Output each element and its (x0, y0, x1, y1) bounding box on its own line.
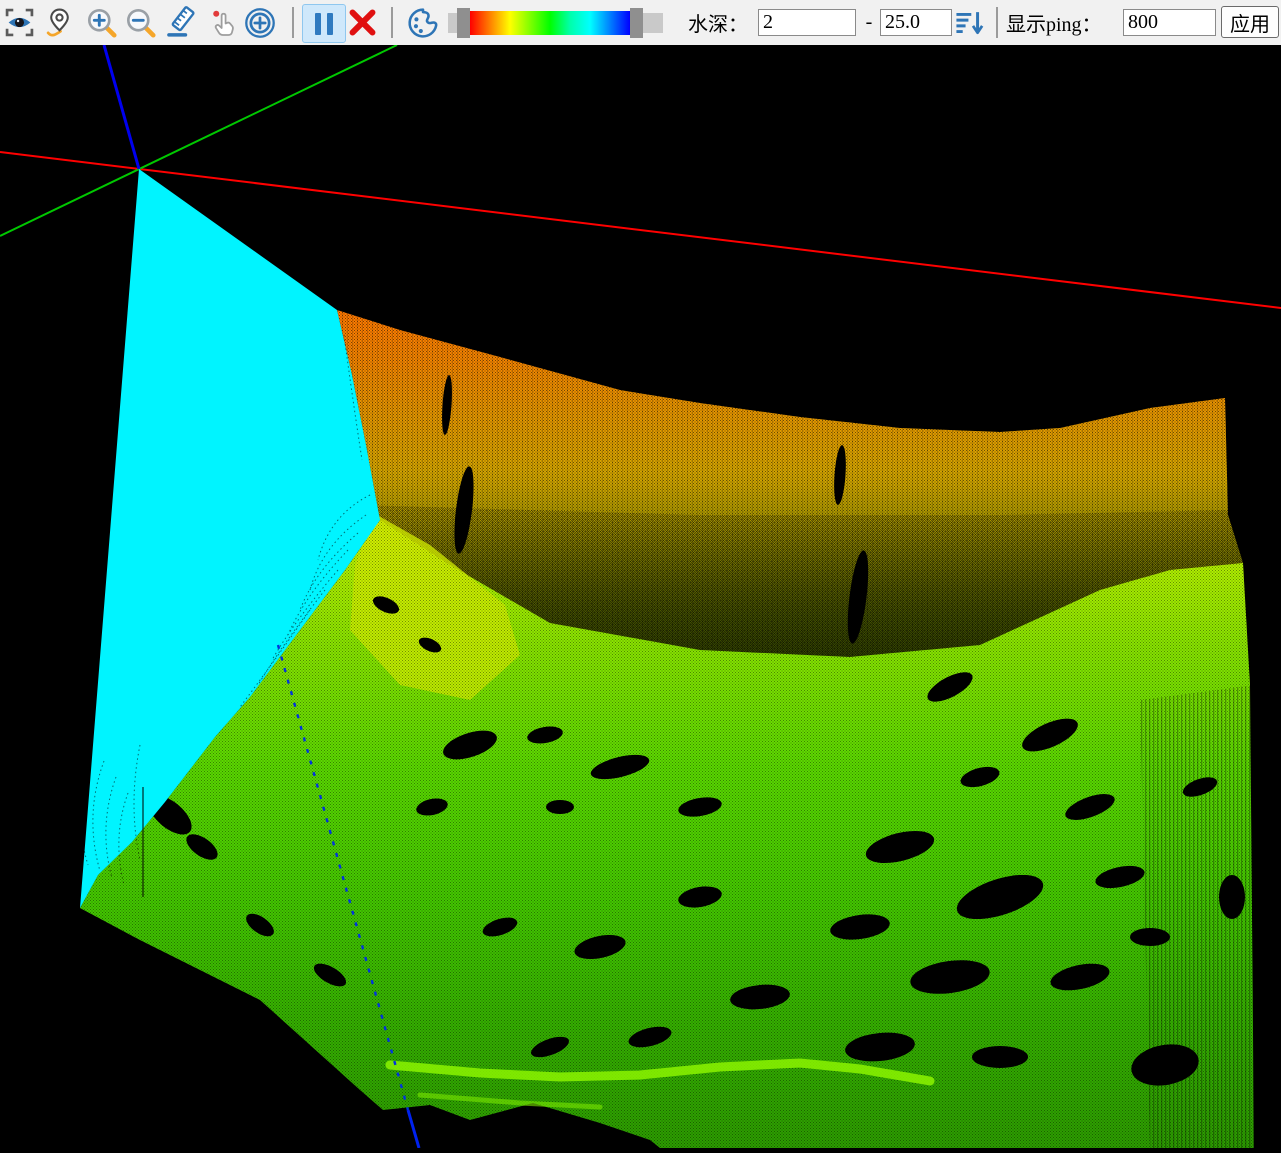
pause-icon (315, 13, 321, 35)
apply-button[interactable]: 应用 (1221, 6, 1279, 38)
depth-max-input[interactable] (880, 9, 952, 36)
center-target-button[interactable] (244, 0, 276, 45)
pointcloud-3d-viewport[interactable] (0, 45, 1281, 1148)
view-fit-button[interactable] (4, 0, 34, 45)
toolbar: 水深： - 显示ping： 应用 (0, 0, 1281, 45)
delete-button[interactable] (346, 0, 378, 45)
measure-button[interactable] (165, 0, 199, 45)
palette-button[interactable] (405, 0, 441, 45)
sort-descending-icon (953, 7, 985, 39)
depth-label: 水深： (688, 0, 748, 45)
colormap-handle-left[interactable] (457, 8, 470, 38)
zoom-in-icon (86, 7, 117, 38)
ping-label: 显示ping： (1006, 0, 1102, 45)
pause-button[interactable] (302, 4, 346, 43)
zoom-out-button[interactable] (124, 0, 156, 45)
colormap-gradient (470, 11, 630, 35)
depth-min-input[interactable] (758, 9, 856, 36)
depth-range-dash: - (861, 0, 877, 45)
zoom-in-button[interactable] (85, 0, 117, 45)
pick-button[interactable] (208, 0, 238, 45)
zoom-out-icon (125, 7, 156, 38)
view-fit-icon (5, 8, 34, 37)
track-pin-icon (45, 8, 74, 37)
track-pin-button[interactable] (44, 0, 74, 45)
toolbar-separator (996, 7, 998, 38)
colormap-handle-right[interactable] (630, 8, 643, 38)
sort-button[interactable] (952, 0, 986, 45)
toolbar-separator (391, 7, 393, 38)
palette-icon (406, 6, 440, 40)
pick-hand-icon (209, 8, 238, 37)
pointcloud-scene (0, 45, 1281, 1148)
measure-ruler-icon (166, 6, 199, 39)
delete-x-icon (347, 7, 378, 38)
toolbar-separator (292, 7, 294, 38)
ping-count-input[interactable] (1123, 9, 1216, 36)
center-target-icon (244, 7, 276, 39)
